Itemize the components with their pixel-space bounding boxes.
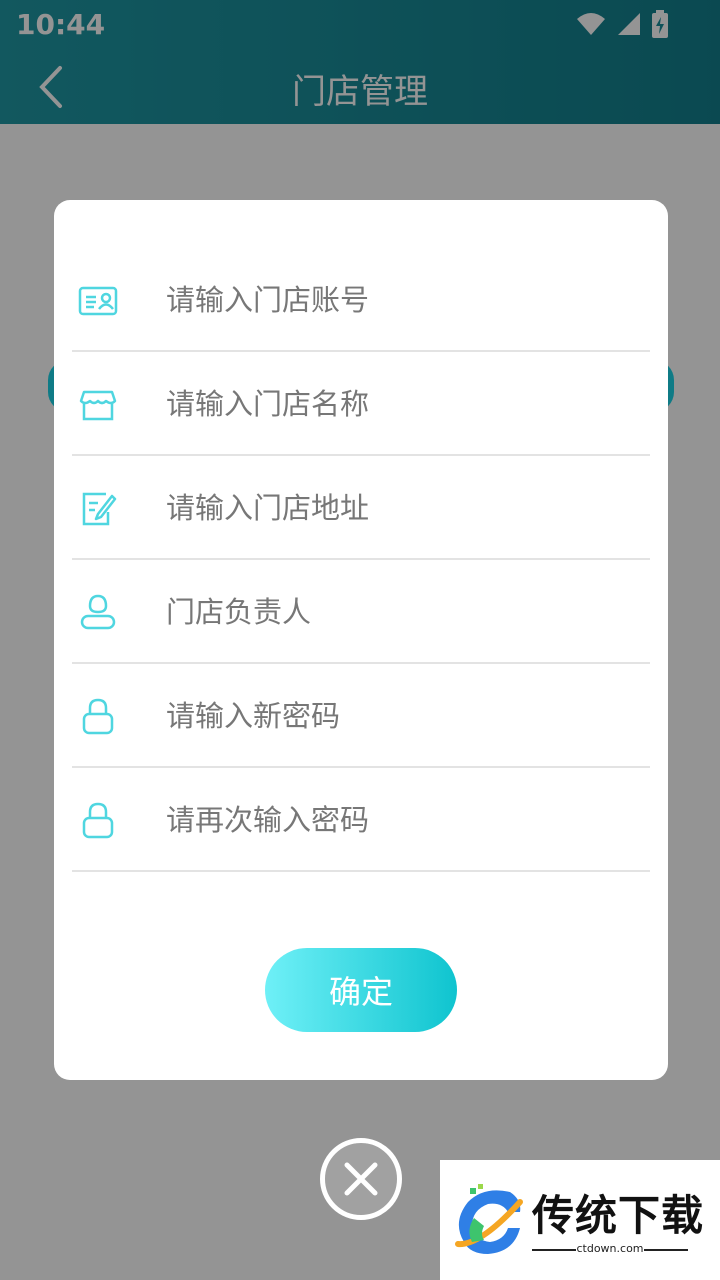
watermark: 传统下载 ctdown.com: [440, 1160, 720, 1280]
store-address-row: [72, 456, 650, 560]
id-card-icon: [78, 286, 118, 316]
confirm-password-row: [72, 768, 650, 872]
watermark-divider-right: [644, 1249, 688, 1251]
store-icon: [79, 390, 117, 421]
store-form-dialog: 确定: [54, 200, 668, 1080]
store-address-input[interactable]: [166, 482, 626, 534]
person-icon: [80, 594, 116, 630]
new-password-input[interactable]: [166, 690, 626, 742]
store-account-row: [72, 248, 650, 352]
new-password-row: [72, 664, 650, 768]
edit-note-icon: [82, 492, 117, 526]
brand-logo-icon: [455, 1184, 523, 1254]
lock-icon: [82, 802, 114, 839]
confirm-button[interactable]: 确定: [265, 948, 457, 1032]
store-name-input[interactable]: [166, 378, 626, 430]
lock-icon: [82, 698, 114, 735]
confirm-password-input[interactable]: [166, 794, 626, 846]
close-button[interactable]: [320, 1138, 402, 1220]
store-manager-input[interactable]: [166, 586, 626, 638]
close-icon: [344, 1162, 378, 1196]
store-name-row: [72, 352, 650, 456]
store-account-input[interactable]: [166, 274, 626, 326]
watermark-brand: 传统下载: [532, 1191, 705, 1240]
store-manager-row: [72, 560, 650, 664]
